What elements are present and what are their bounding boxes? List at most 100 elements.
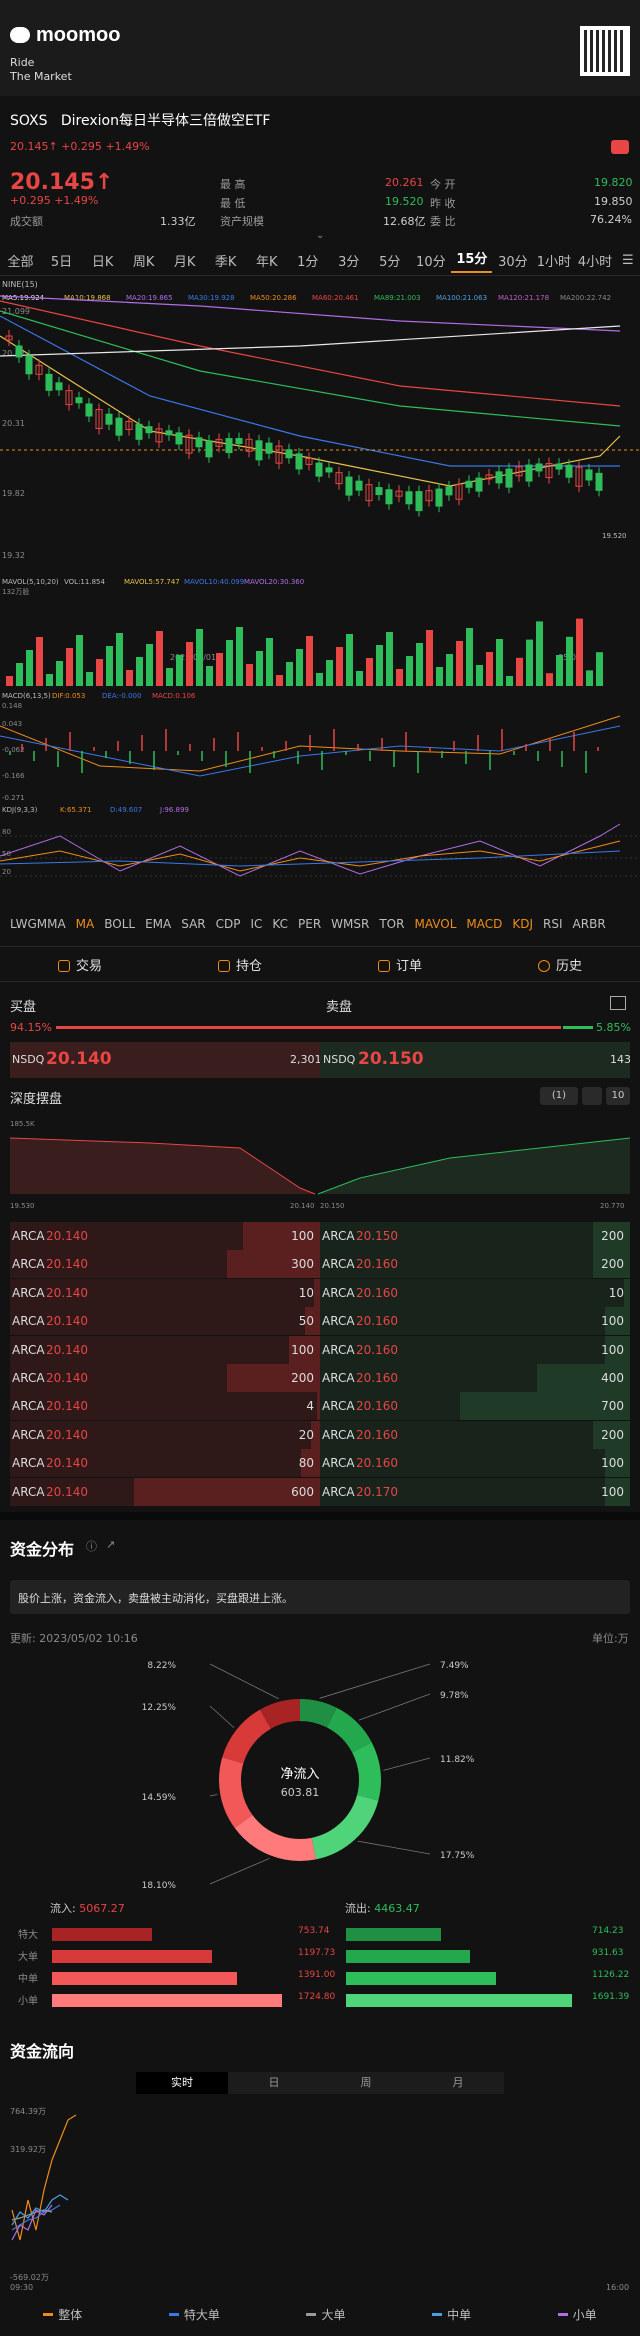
bid-level[interactable]: ARCA 20.140 80 — [10, 1449, 320, 1478]
ask-level[interactable]: ARCA 20.160 100 — [320, 1449, 630, 1478]
vol-legend-2: MAVOL5:57.747 — [124, 578, 180, 586]
macd-legend-2: DEA:-0.000 — [102, 692, 141, 700]
donut-slice — [311, 1794, 379, 1860]
flow-tab-0[interactable]: 实时 — [136, 2072, 228, 2094]
bid-level[interactable]: ARCA 20.140 20 — [10, 1420, 320, 1449]
tab-3[interactable]: 周K — [123, 251, 164, 270]
volume-bar — [586, 670, 593, 686]
volume-bar — [436, 667, 443, 686]
ask-level[interactable]: ARCA 20.160 700 — [320, 1392, 630, 1421]
bid-level[interactable]: ARCA 20.140 100 — [10, 1222, 320, 1250]
indicator-0[interactable]: LWGMMA — [10, 917, 66, 931]
depth-levels[interactable]: 10 — [606, 1087, 630, 1105]
flow-legend-item: 小单 — [557, 2306, 597, 2323]
bid-price: 20.140 — [46, 1371, 88, 1385]
candle — [85, 403, 93, 417]
outflow-value: 714.23 — [592, 1926, 624, 1936]
tab-13[interactable]: 1小时 — [533, 251, 574, 270]
indicator-11[interactable]: MAVOL — [414, 917, 456, 931]
indicator-12[interactable]: MACD — [466, 917, 502, 931]
tab-6[interactable]: 年K — [246, 251, 287, 270]
depth-title: 深度摆盘 — [10, 1092, 63, 1107]
bid-level[interactable]: ARCA 20.140 300 — [10, 1250, 320, 1279]
depth-exchange-filter[interactable]: (1) — [540, 1087, 578, 1105]
share-icon[interactable]: ↗ — [106, 1538, 115, 1551]
trade-button[interactable]: 交易 — [0, 955, 160, 974]
indicator-9[interactable]: WMSR — [331, 917, 369, 931]
volume-bar — [476, 665, 483, 686]
volume-bar — [246, 664, 253, 686]
ask-level[interactable]: ARCA 20.150 200 — [320, 1222, 630, 1250]
tab-4[interactable]: 月K — [164, 251, 205, 270]
macd-y-1: 0.043 — [2, 720, 22, 728]
tab-9[interactable]: 5分 — [369, 251, 410, 270]
flow-tab-1[interactable]: 日 — [228, 2072, 320, 2094]
indicator-3[interactable]: EMA — [145, 917, 171, 931]
fund-row-label: 大单 — [18, 1952, 38, 1963]
volume-bar — [196, 629, 203, 686]
menu-icon[interactable]: ☰ — [615, 253, 640, 268]
indicator-7[interactable]: KC — [272, 917, 288, 931]
flow-tab-3[interactable]: 月 — [412, 2072, 504, 2094]
indicator-14[interactable]: RSI — [543, 917, 563, 931]
depth-settings-icon[interactable] — [582, 1087, 602, 1105]
indicator-1[interactable]: MA — [76, 917, 95, 931]
volume-bar — [346, 634, 353, 686]
indicator-2[interactable]: BOLL — [104, 917, 135, 931]
ask-level[interactable]: ARCA 20.160 100 — [320, 1335, 630, 1364]
ask-level[interactable]: ARCA 20.160 400 — [320, 1364, 630, 1392]
ask-level[interactable]: ARCA 20.160 10 — [320, 1278, 630, 1307]
bid-level[interactable]: ARCA 20.140 4 — [10, 1392, 320, 1421]
heart-icon[interactable] — [611, 140, 629, 154]
candle — [435, 488, 443, 507]
kdj-y-2: 20 — [2, 868, 11, 876]
ask-level[interactable]: ARCA 20.160 200 — [320, 1420, 630, 1449]
tab-11[interactable]: 15分 — [451, 248, 493, 273]
tab-5[interactable]: 季K — [205, 251, 246, 270]
volume-bar — [406, 656, 413, 686]
ask-level[interactable]: ARCA 20.170 100 — [320, 1477, 630, 1506]
bid-exchange: ARCA — [12, 1342, 45, 1357]
positions-button[interactable]: 持仓 — [160, 955, 320, 974]
tab-7[interactable]: 1分 — [287, 251, 328, 270]
ask-level[interactable]: ARCA 20.160 100 — [320, 1307, 630, 1336]
indicator-6[interactable]: IC — [250, 917, 262, 931]
bank-icon[interactable] — [610, 996, 626, 1010]
history-button[interactable]: 历史 — [480, 955, 640, 974]
kline-chart[interactable]: NINE(15) MA5:19.924 MA10:19.868 MA20:19.865… — [0, 276, 640, 906]
tab-1[interactable]: 5日 — [41, 251, 82, 270]
info-icon[interactable]: ⓘ — [86, 1538, 97, 1554]
ask-exchange: ARCA — [322, 1257, 355, 1272]
ask-price: 20.160 — [356, 1342, 398, 1357]
flow-tab-2[interactable]: 周 — [320, 2072, 412, 2094]
depth-x-1: 20.140 — [290, 1202, 315, 1210]
ratio-value: 76.24% — [590, 213, 632, 226]
orders-button[interactable]: 订单 — [320, 955, 480, 974]
tab-8[interactable]: 3分 — [328, 251, 369, 270]
ask-qty: 200 — [601, 1427, 624, 1442]
volume-bar — [26, 650, 33, 686]
candle — [525, 464, 533, 482]
indicator-8[interactable]: PER — [298, 917, 321, 931]
tab-14[interactable]: 4小时 — [574, 251, 615, 270]
bid-level[interactable]: ARCA 20.140 100 — [10, 1335, 320, 1364]
indicator-5[interactable]: CDP — [216, 917, 241, 931]
bid-level[interactable]: ARCA 20.140 200 — [10, 1364, 320, 1392]
tab-0[interactable]: 全部 — [0, 251, 41, 270]
expand-chevron-icon[interactable]: ⌄ — [316, 230, 324, 241]
last-price: 20.145↑ — [10, 170, 114, 195]
ask-level[interactable]: ARCA 20.160 200 — [320, 1250, 630, 1279]
volume-bar — [576, 618, 583, 686]
bid-level[interactable]: ARCA 20.140 50 — [10, 1307, 320, 1336]
tab-10[interactable]: 10分 — [410, 251, 451, 270]
indicator-15[interactable]: ARBR — [573, 917, 606, 931]
y-label-0: 21.099 — [2, 307, 30, 316]
indicator-10[interactable]: TOR — [379, 917, 404, 931]
bid-level[interactable]: ARCA 20.140 10 — [10, 1278, 320, 1307]
donut-label: 17.75% — [440, 1851, 475, 1861]
indicator-13[interactable]: KDJ — [512, 917, 533, 931]
indicator-4[interactable]: SAR — [181, 917, 205, 931]
tab-12[interactable]: 30分 — [492, 251, 533, 270]
tab-2[interactable]: 日K — [82, 251, 123, 270]
bid-level[interactable]: ARCA 20.140 600 — [10, 1477, 320, 1506]
